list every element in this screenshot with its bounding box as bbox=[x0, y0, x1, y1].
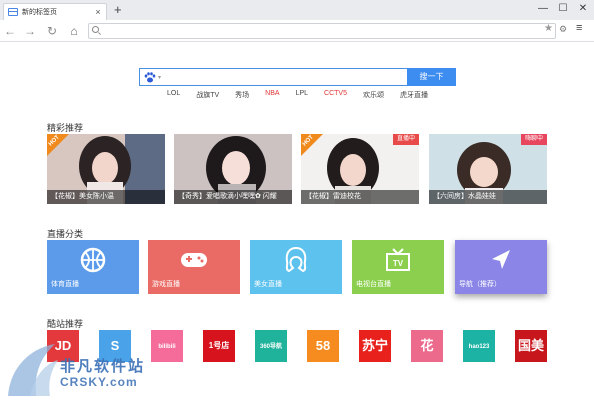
home-icon[interactable]: ⌂ bbox=[66, 23, 82, 39]
category-tile-navigation[interactable]: 导航（推荐） bbox=[455, 240, 547, 294]
hot-word[interactable]: LOL bbox=[159, 90, 188, 100]
hao123-logo-icon: hao123 bbox=[468, 344, 490, 350]
live-badge: 直播中 bbox=[392, 134, 419, 145]
bookmark-star-icon[interactable]: ★ bbox=[544, 23, 553, 34]
hot-word[interactable]: 欢乐颂 bbox=[355, 90, 392, 100]
suning-logo-icon: 苏宁 bbox=[361, 338, 388, 353]
360-logo-icon: 360导航 bbox=[259, 344, 282, 350]
site-shortcut[interactable]: hao123 bbox=[463, 330, 495, 362]
menu-icon[interactable]: ≡ bbox=[576, 22, 582, 34]
tile-label: 体育直播 bbox=[51, 281, 79, 288]
site-shortcut[interactable]: 58 bbox=[307, 330, 339, 362]
tv-icon: TV bbox=[386, 248, 410, 271]
card-caption: 【花椒】雷迪校花 bbox=[301, 190, 419, 204]
hot-word[interactable]: LPL bbox=[288, 90, 316, 100]
address-bar[interactable] bbox=[88, 23, 556, 39]
navigation-icon bbox=[492, 250, 510, 269]
svg-text:TV: TV bbox=[393, 259, 404, 268]
site-shortcut[interactable]: 1号店 bbox=[203, 330, 235, 362]
back-icon[interactable]: ← bbox=[2, 23, 18, 39]
watermark-text: 非凡软件站 bbox=[60, 358, 146, 375]
search-input[interactable] bbox=[166, 71, 402, 84]
navigation-bar: ← → ↻ ⌂ bbox=[0, 20, 594, 42]
tile-label: 导航（推荐） bbox=[459, 281, 501, 288]
tile-label: 美女直播 bbox=[254, 281, 282, 288]
gome-logo-icon: 国美 bbox=[517, 338, 544, 353]
new-tab-button[interactable]: + bbox=[114, 3, 122, 17]
close-window-icon[interactable]: ✕ bbox=[576, 2, 590, 16]
page-icon bbox=[8, 8, 18, 16]
featured-card[interactable]: 嗨聊中 【六间房】水晶娃娃 bbox=[429, 134, 547, 204]
hot-search-words: LOL 战旗TV 秀场 NBA LPL CCTV5 欢乐颂 虎牙直播 bbox=[139, 90, 456, 100]
girl-icon bbox=[285, 246, 307, 273]
maximize-icon[interactable]: ☐ bbox=[556, 2, 570, 16]
site-shortcut[interactable]: 苏宁 bbox=[359, 330, 391, 362]
flower-logo-icon: 花 bbox=[420, 338, 434, 353]
tab-title: 新的标签页 bbox=[22, 9, 57, 16]
search-button[interactable]: 搜一下 bbox=[407, 68, 456, 86]
card-caption: 【奇秀】爱唱歌滴小嘿嘿✿ 闪耀 bbox=[174, 190, 292, 204]
card-caption: 【六间房】水晶娃娃 bbox=[429, 190, 547, 204]
minimize-icon[interactable]: — bbox=[536, 2, 550, 16]
engine-dropdown-icon[interactable]: ▾ bbox=[158, 74, 161, 81]
card-caption: 【花椒】美女陈小温 bbox=[47, 190, 165, 204]
featured-card[interactable]: 【奇秀】爱唱歌滴小嘿嘿✿ 闪耀 bbox=[174, 134, 292, 204]
featured-title: 精彩推荐 bbox=[47, 123, 84, 133]
category-tile-sports[interactable]: 体育直播 bbox=[47, 240, 139, 294]
featured-card[interactable]: HOT 直播中 【花椒】雷迪校花 bbox=[301, 134, 419, 204]
watermark-url: CRSKY.com bbox=[60, 375, 138, 389]
category-tile-beauty[interactable]: 美女直播 bbox=[250, 240, 342, 294]
hot-word[interactable]: 秀场 bbox=[227, 90, 257, 100]
live-badge: 嗨聊中 bbox=[520, 134, 547, 145]
hot-word[interactable]: NBA bbox=[257, 90, 287, 100]
hot-word[interactable]: CCTV5 bbox=[316, 90, 355, 100]
site-shortcut[interactable]: 国美 bbox=[515, 330, 547, 362]
search-box[interactable]: ▾ bbox=[139, 68, 407, 86]
sites-title: 酷站推荐 bbox=[47, 319, 84, 329]
tile-label: 游戏直播 bbox=[152, 281, 180, 288]
gamepad-icon bbox=[181, 253, 207, 267]
hot-word[interactable]: 战旗TV bbox=[188, 90, 227, 100]
site-shortcut[interactable]: 360导航 bbox=[255, 330, 287, 362]
address-input[interactable] bbox=[101, 25, 531, 37]
categories-title: 直播分类 bbox=[47, 229, 84, 239]
tile-label: 电视台直播 bbox=[356, 281, 391, 288]
tab-new-tab[interactable]: 新的标签页 × bbox=[3, 3, 107, 20]
site-shortcut[interactable]: 花 bbox=[411, 330, 443, 362]
baidu-paw-icon bbox=[144, 72, 156, 83]
search-icon bbox=[92, 26, 99, 33]
category-tiles: 体育直播 游戏直播 美女直播 TV 电视台直播 导航（推荐） bbox=[47, 240, 547, 294]
hot-word[interactable]: 虎牙直播 bbox=[392, 90, 436, 100]
extensions-icon[interactable]: ⚙ bbox=[559, 24, 567, 35]
category-tile-tv[interactable]: TV 电视台直播 bbox=[352, 240, 444, 294]
tab-close-icon[interactable]: × bbox=[93, 7, 103, 17]
title-bar: 新的标签页 × + — ☐ ✕ bbox=[0, 0, 594, 20]
yhd-logo-icon: 1号店 bbox=[208, 341, 230, 350]
category-tile-games[interactable]: 游戏直播 bbox=[148, 240, 240, 294]
forward-icon[interactable]: → bbox=[22, 23, 38, 39]
basketball-icon bbox=[80, 247, 106, 273]
58-logo-icon: 58 bbox=[315, 338, 331, 353]
featured-cards: HOT 【花椒】美女陈小温 【奇秀】爱唱歌滴小嘿嘿✿ 闪耀 HOT 直播中 【花… bbox=[47, 134, 547, 204]
featured-card[interactable]: HOT 【花椒】美女陈小温 bbox=[47, 134, 165, 204]
reload-icon[interactable]: ↻ bbox=[44, 23, 60, 39]
